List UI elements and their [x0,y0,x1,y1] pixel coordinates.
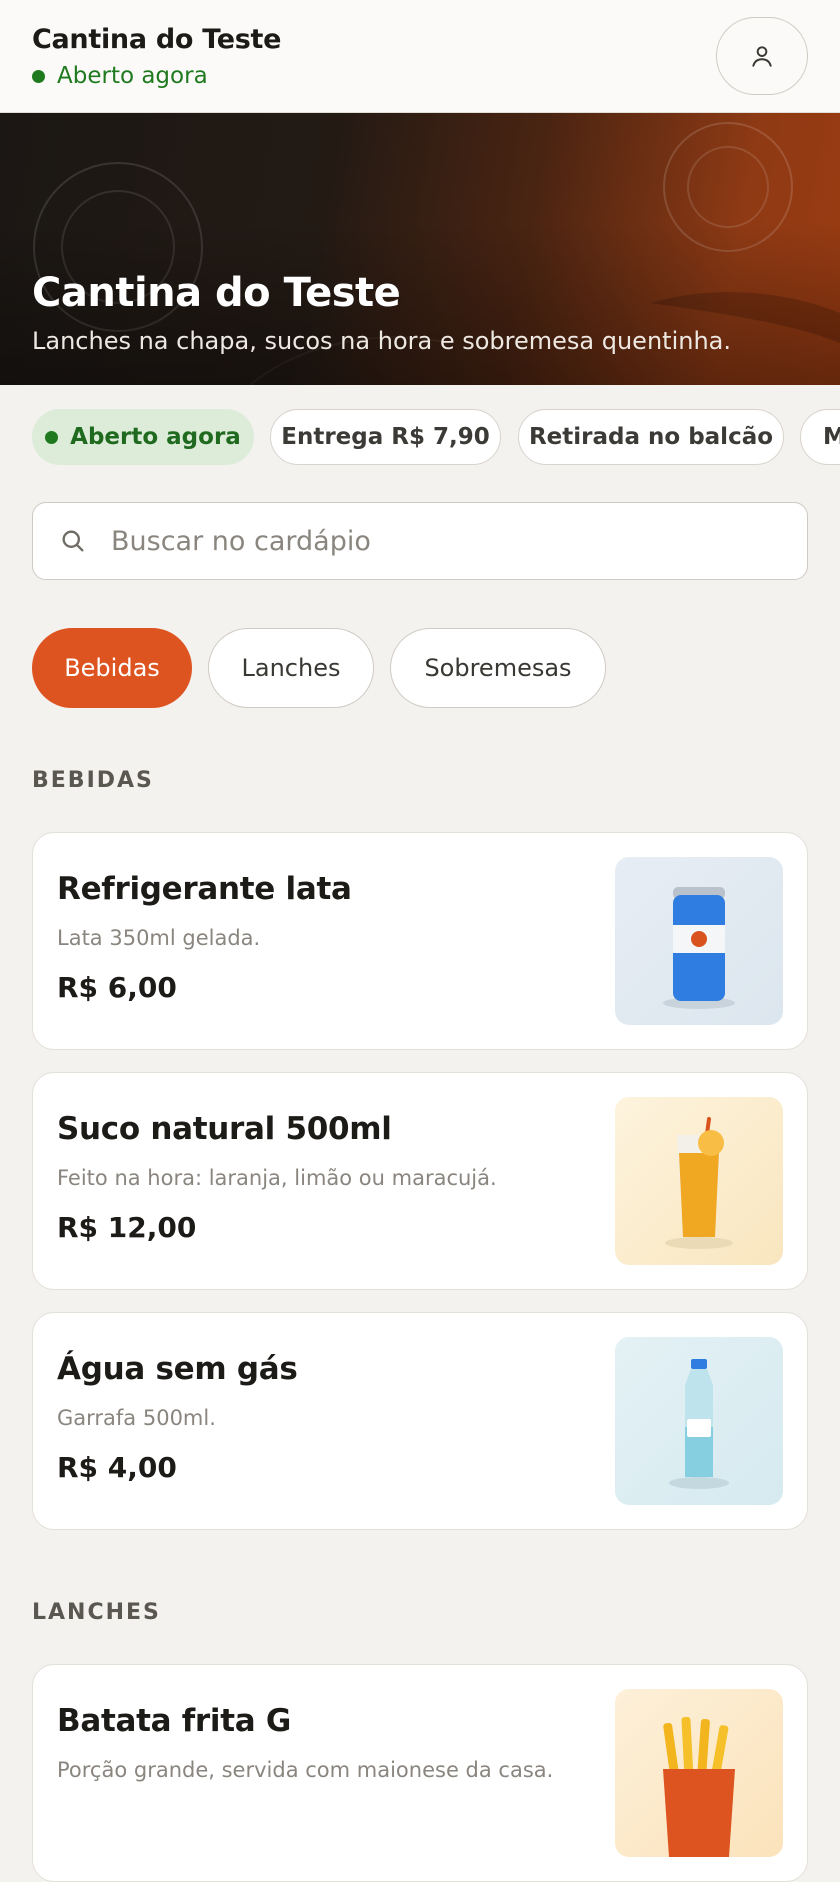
tab-bebidas[interactable]: Bebidas [32,628,192,708]
item-price: R$ 12,00 [57,1211,197,1244]
status-dot-icon [32,69,45,83]
search-icon [62,530,84,552]
chip-label: Entrega R$ 7,90 [281,424,490,450]
hero-title: Cantina do Teste [32,270,401,316]
chip-label: M [823,424,840,450]
info-chips-row[interactable]: Aberto agora Entrega R$ 7,90 Retirada no… [0,409,840,465]
open-status-label: Aberto agora [57,63,208,89]
item-price: R$ 4,00 [57,1451,177,1484]
section-title-bebidas: BEBIDAS [32,768,154,793]
chip-open-now[interactable]: Aberto agora [32,409,254,465]
chip-counter-pickup[interactable]: Retirada no balcão [518,409,784,465]
chip-label: Aberto agora [70,424,241,450]
chip-more[interactable]: M [800,409,840,465]
chip-label: Retirada no balcão [528,424,774,450]
item-description: Feito na hora: laranja, limão ou maracuj… [57,1166,497,1190]
water-bottle-icon [669,1359,729,1489]
item-image [615,1097,783,1265]
app-header: Cantina do Teste Aberto agora [0,0,840,113]
item-image [615,1689,783,1857]
section-title-lanches: LANCHES [32,1600,161,1625]
hero-subtitle: Lanches na chapa, sucos na hora e sobrem… [32,327,731,355]
item-price: R$ 6,00 [57,971,177,1004]
item-image [615,1337,783,1505]
item-name: Refrigerante lata [57,871,352,907]
item-description: Garrafa 500ml. [57,1406,216,1430]
juice-glass-icon [665,1117,733,1249]
search-input[interactable]: Buscar no cardápio [111,526,371,557]
item-name: Suco natural 500ml [57,1111,392,1147]
tab-sobremesas[interactable]: Sobremesas [390,628,606,708]
store-name: Cantina do Teste [32,24,282,55]
item-name: Água sem gás [57,1351,298,1387]
open-status: Aberto agora [32,63,808,89]
search-field[interactable]: Buscar no cardápio [32,502,808,580]
item-description: Porção grande, servida com maionese da c… [57,1758,554,1782]
menu-item-card[interactable]: Batata frita G Porção grande, servida co… [32,1664,808,1882]
soda-can-icon [663,887,735,1009]
menu-item-card[interactable]: Água sem gás Garrafa 500ml. R$ 4,00 [32,1312,808,1530]
chip-delivery-fee[interactable]: Entrega R$ 7,90 [270,409,501,465]
menu-item-card[interactable]: Suco natural 500ml Feito na hora: laranj… [32,1072,808,1290]
status-dot-icon [45,430,59,444]
french-fries-icon [663,1716,735,1857]
menu-item-card[interactable]: Refrigerante lata Lata 350ml gelada. R$ … [32,832,808,1050]
user-icon [752,46,772,67]
profile-button[interactable] [716,17,808,95]
tab-lanches[interactable]: Lanches [208,628,374,708]
hero-banner: Cantina do Teste Lanches na chapa, sucos… [0,113,840,385]
item-description: Lata 350ml gelada. [57,926,261,950]
item-name: Batata frita G [57,1703,291,1739]
item-image [615,857,783,1025]
